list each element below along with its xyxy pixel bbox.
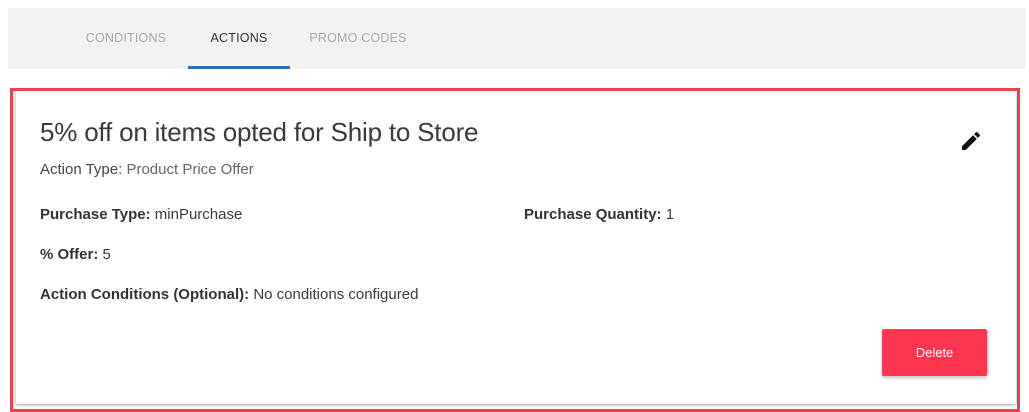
- purchase-quantity-value: 1: [665, 206, 675, 223]
- action-conditions-value: No conditions configured: [253, 286, 419, 303]
- tab-conditions[interactable]: CONDITIONS: [74, 8, 178, 69]
- active-tab-indicator: [188, 66, 290, 69]
- action-card: 5% off on items opted for Ship to Store …: [16, 94, 1016, 404]
- action-type-value: Product Price Offer: [126, 161, 254, 178]
- pencil-icon: [962, 131, 981, 150]
- action-type-label: Action Type:: [40, 161, 123, 178]
- purchase-quantity-label: Purchase Quantity:: [524, 206, 662, 223]
- offer-field: % Offer: 5: [40, 246, 111, 263]
- action-title: 5% off on items opted for Ship to Store: [40, 117, 479, 147]
- purchase-type-field: Purchase Type: minPurchase: [40, 206, 242, 223]
- edit-button[interactable]: [959, 129, 983, 153]
- offer-value: 5: [102, 246, 111, 263]
- delete-button[interactable]: Delete: [882, 329, 987, 376]
- offer-label: % Offer:: [40, 246, 99, 263]
- purchase-quantity-field: Purchase Quantity: 1: [524, 206, 674, 223]
- action-conditions-field: Action Conditions (Optional): No conditi…: [40, 286, 418, 303]
- tab-bar: CONDITIONS ACTIONS PROMO CODES: [8, 8, 1025, 69]
- tab-promo-codes[interactable]: PROMO CODES: [300, 8, 416, 69]
- tab-actions[interactable]: ACTIONS: [188, 8, 290, 69]
- action-type-field: Action Type: Product Price Offer: [40, 161, 254, 178]
- action-conditions-label: Action Conditions (Optional):: [40, 286, 250, 303]
- purchase-type-value: minPurchase: [154, 206, 243, 223]
- purchase-type-label: Purchase Type:: [40, 206, 151, 223]
